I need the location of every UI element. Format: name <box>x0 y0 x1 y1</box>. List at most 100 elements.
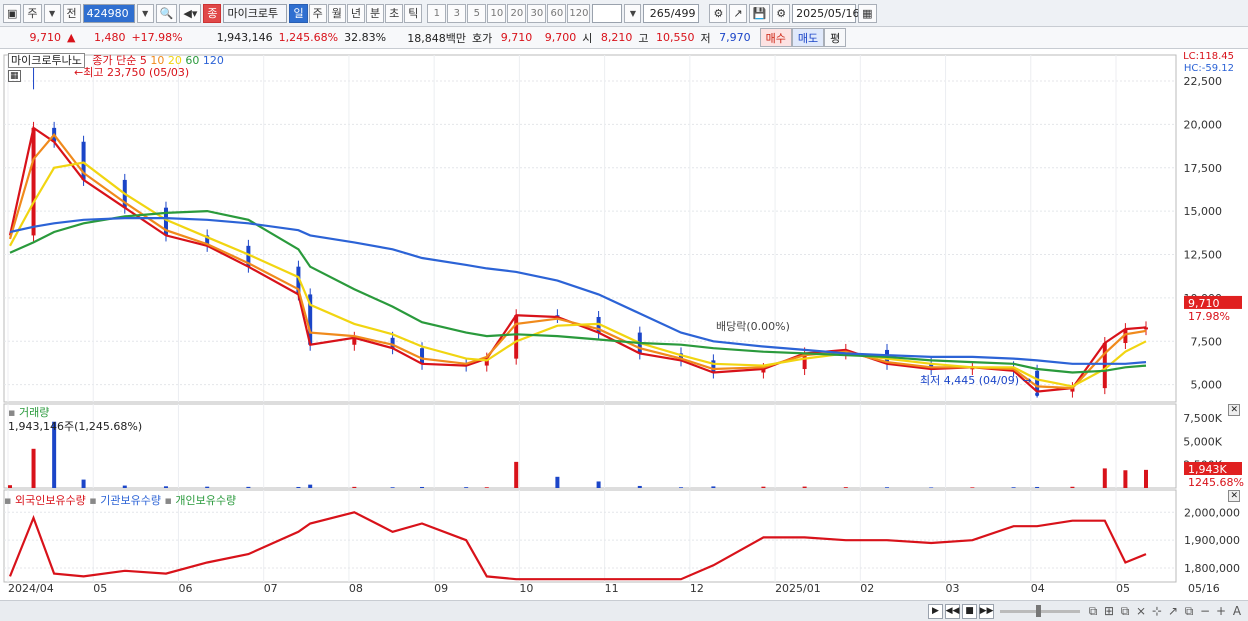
x-axis-label-2: 06 <box>178 582 192 595</box>
zoom-slider-handle[interactable] <box>1036 604 1041 617</box>
period-tab-4[interactable]: 분 <box>365 3 385 23</box>
volume-bar-19 <box>679 487 684 488</box>
period-tab-0[interactable]: 일 <box>289 3 308 23</box>
holdings-legend-0[interactable]: 외국인보유수량 <box>15 494 89 507</box>
draw-icon[interactable]: ↗ <box>729 3 747 23</box>
candle-1 <box>31 127 36 236</box>
legend-square-icon-1: ▪ <box>89 494 101 507</box>
bid-price-2: 9,700 <box>544 31 577 44</box>
volume-bar-27 <box>1011 487 1016 488</box>
lc-value: LC:118.45 <box>1183 51 1234 62</box>
minute-button-30[interactable]: 30 <box>527 3 547 23</box>
gear-icon[interactable]: ⚙ <box>772 3 791 23</box>
stop-icon[interactable]: ■ <box>962 603 977 619</box>
current-price: 9,710 <box>29 31 62 44</box>
trend-icon[interactable]: ↗ <box>1166 604 1180 618</box>
minute-button-3[interactable]: 3 <box>447 3 467 23</box>
minute-button-60[interactable]: 60 <box>547 3 567 23</box>
holdings-axis-label-1: 1,900,000 <box>1184 534 1240 547</box>
volume-bar-8 <box>296 486 301 488</box>
volume-bar-3 <box>81 479 86 488</box>
speaker-icon[interactable]: ◀▾ <box>179 3 202 23</box>
volume-bar-14 <box>484 487 489 488</box>
count-field[interactable]: 265/499 <box>643 3 700 23</box>
holdings-axis-label-0: 2,000,000 <box>1184 506 1240 519</box>
zoom-slider[interactable] <box>1000 604 1080 617</box>
average-button[interactable]: 평 <box>824 28 847 47</box>
change-percent: +17.98% <box>131 31 183 44</box>
minute-button-120[interactable]: 120 <box>567 3 591 23</box>
volume-percent: 1,245.68% <box>278 31 339 44</box>
panel-frame-0 <box>3 54 1177 403</box>
hc-value: HC:-59.12 <box>1183 63 1234 74</box>
x-axis-label-3: 07 <box>264 582 278 595</box>
volume-tag-pct: 1245.68% <box>1188 476 1244 489</box>
minute-button-20[interactable]: 20 <box>507 3 527 23</box>
forward-icon[interactable]: ▶▶ <box>979 603 994 619</box>
minute-button-1[interactable]: 1 <box>427 3 447 23</box>
chart-svg[interactable]: 22,50020,00017,50015,00012,50010,0007,50… <box>0 50 1248 600</box>
minute-button-5[interactable]: 5 <box>467 3 487 23</box>
low-annotation-text: 최저 4,445 (04/09) <box>920 374 1020 387</box>
period-tab-2[interactable]: 월 <box>327 3 346 23</box>
x-axis-label-12: 04 <box>1031 582 1045 595</box>
holdings-legend-2[interactable]: 개인보유수량 <box>175 494 236 507</box>
market-label: 주 <box>27 7 38 20</box>
chart-area[interactable]: 22,50020,00017,50015,00012,50010,0007,50… <box>0 50 1248 600</box>
period-tab-3[interactable]: 년 <box>346 3 365 23</box>
close-panel-icon[interactable]: ✕ <box>1228 404 1240 416</box>
period-tab-1[interactable]: 주 <box>308 3 327 23</box>
compare-icon[interactable]: ⧉ <box>1182 604 1196 619</box>
save-icon[interactable]: 💾 <box>748 3 771 23</box>
price-axis-label-3: 15,000 <box>1184 205 1223 218</box>
unit-dropdown-icon[interactable]: ▼ <box>624 3 642 23</box>
layout-icon-1[interactable]: ⧉ <box>1086 604 1100 619</box>
volume-axis-label-0: 7,500K <box>1183 412 1222 425</box>
scroll-right-icon[interactable]: ▶ <box>928 603 943 619</box>
code-input[interactable]: 424980 <box>82 3 135 23</box>
legend-square-icon-0: ▪ <box>4 494 15 507</box>
grid-toggle-icon[interactable]: ▦ <box>8 68 21 82</box>
candle-30 <box>1102 343 1107 389</box>
close-panel-icon-2[interactable]: ✕ <box>1228 490 1240 502</box>
sell-button[interactable]: 매도 <box>791 28 825 47</box>
period-tab-5[interactable]: 초 <box>385 3 404 23</box>
bid-label: 호가 <box>472 31 493 45</box>
volume-bar-0 <box>8 485 12 488</box>
date-input[interactable]: 2025/05/16 <box>792 3 860 23</box>
period-type-button[interactable]: 전 <box>62 3 81 23</box>
stock-name-field[interactable]: 마이크로투 <box>223 3 288 23</box>
chart-settings-icon[interactable]: ⚙ <box>709 3 728 23</box>
x-axis-right-label: 05/16 <box>1188 582 1220 595</box>
rewind-icon[interactable]: ◀◀ <box>945 603 960 619</box>
volume-bar-18 <box>637 485 642 488</box>
indicator-icon[interactable]: ⨯ <box>1134 604 1148 618</box>
buy-button[interactable]: 매수 <box>759 28 792 47</box>
layout-icon-3[interactable]: ⧉ <box>1118 604 1132 619</box>
search-icon[interactable]: 🔍 <box>155 3 178 23</box>
legend-square-icon-2: ▪ <box>164 494 176 507</box>
price-axis-label-4: 12,500 <box>1184 249 1223 262</box>
dividend-annotation: 배당락(0.00%) <box>716 320 790 333</box>
unit-input[interactable] <box>592 3 623 23</box>
market-select[interactable]: 주 <box>23 3 42 23</box>
holdings-legend-1[interactable]: 기관보유수량 <box>100 494 164 507</box>
x-axis-label-7: 11 <box>605 582 619 595</box>
period-tab-6[interactable]: 틱 <box>404 3 423 23</box>
crosshair-icon[interactable]: ⊹ <box>1150 604 1164 618</box>
ma-period-120[interactable]: 120 <box>199 54 224 67</box>
layout-icon-2[interactable]: ⊞ <box>1102 604 1116 618</box>
zoom-out-icon[interactable]: − <box>1198 604 1212 618</box>
x-axis-label-5: 09 <box>434 582 448 595</box>
zoom-in-icon[interactable]: + <box>1214 604 1228 618</box>
holdings-axis-label-2: 1,800,000 <box>1184 562 1240 575</box>
volume-bar-25 <box>929 487 934 488</box>
minute-button-10[interactable]: 10 <box>487 3 507 23</box>
volume-bar-12 <box>420 486 425 488</box>
code-dropdown-icon[interactable]: ▼ <box>136 3 154 23</box>
calendar-icon[interactable]: ▦ <box>858 3 877 23</box>
stock-type-badge: 종 <box>203 3 222 23</box>
font-size-icon[interactable]: A <box>1230 604 1244 618</box>
window-icon[interactable]: ▣ <box>3 3 22 23</box>
market-dropdown-icon[interactable]: ▼ <box>43 3 61 23</box>
